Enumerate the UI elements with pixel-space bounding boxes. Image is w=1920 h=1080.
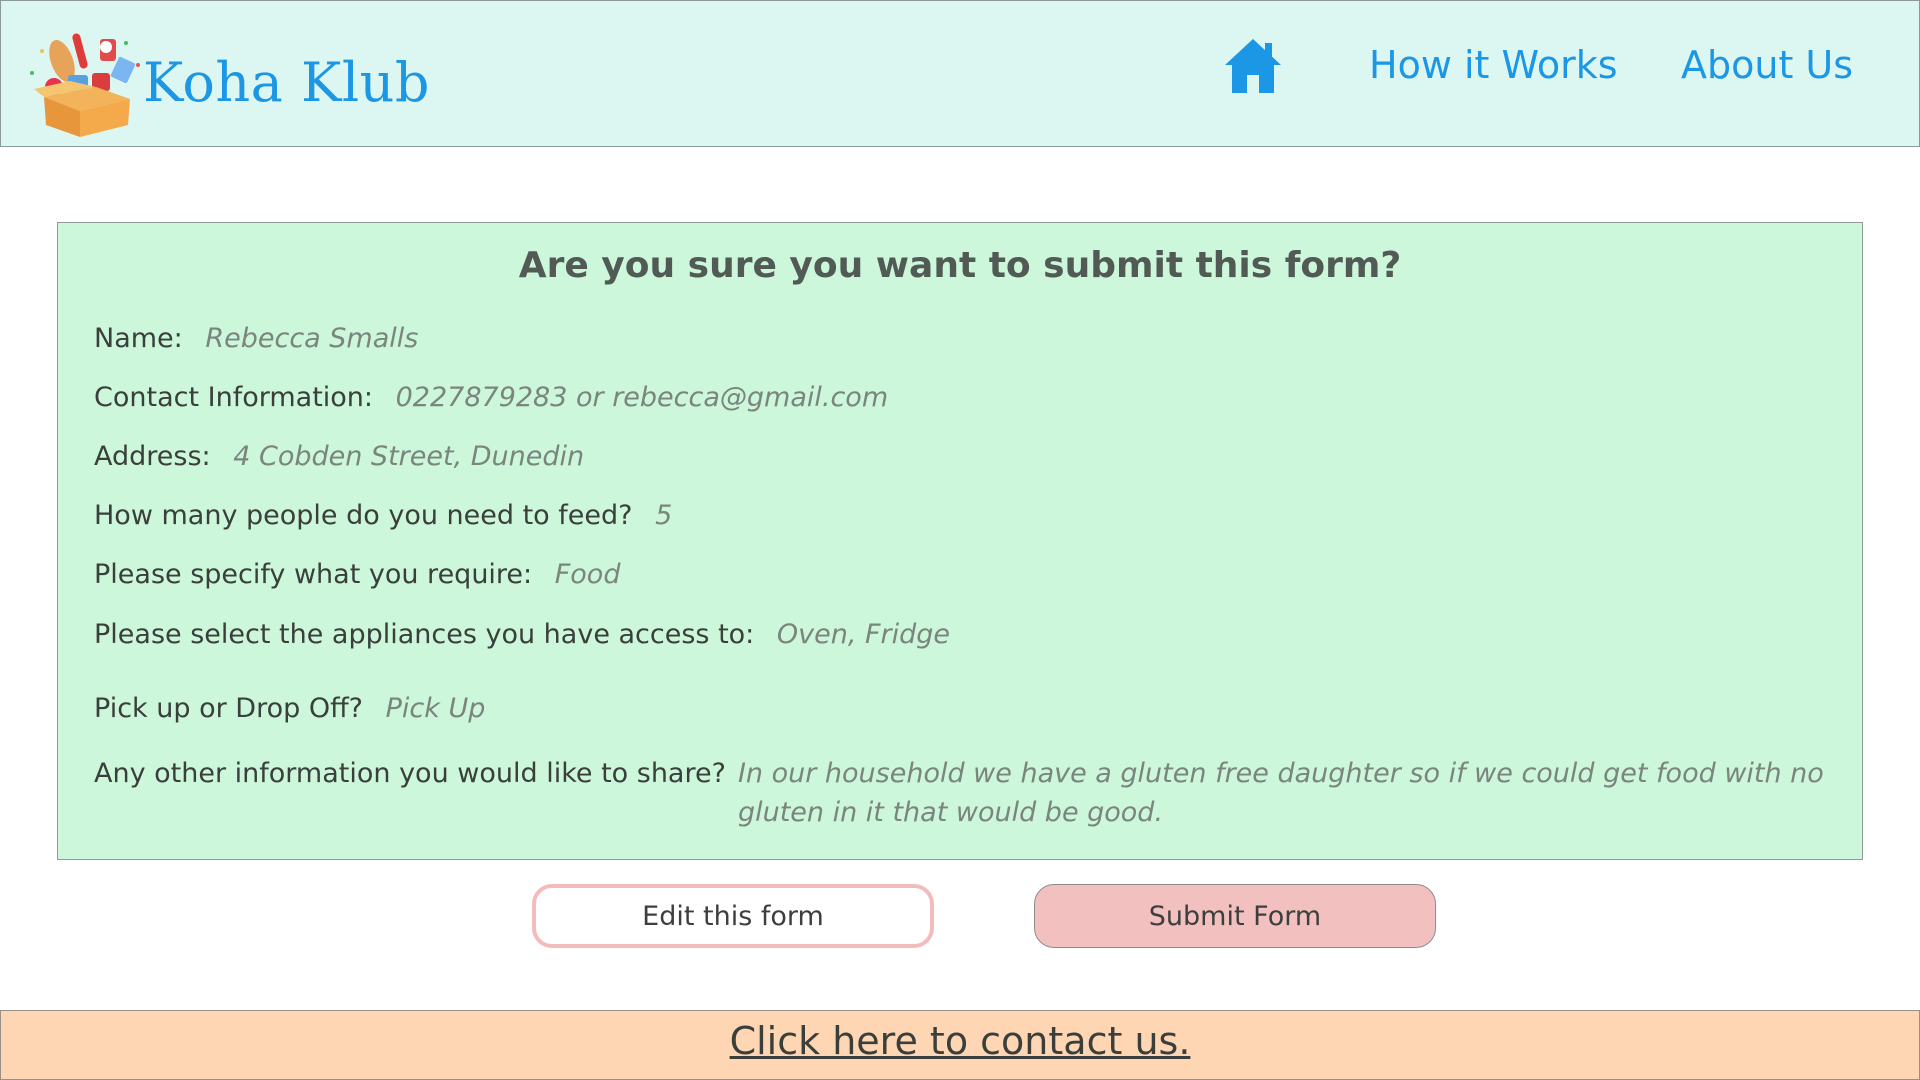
- appliances-value: Oven, Fridge: [776, 619, 951, 650]
- people-count-label: How many people do you need to feed?: [94, 500, 633, 531]
- submit-form-button[interactable]: Submit Form: [1034, 884, 1436, 948]
- address-label: Address:: [94, 441, 211, 472]
- food-box-logo-icon[interactable]: [26, 25, 146, 137]
- other-info-value: In our household we have a gluten free d…: [737, 758, 1824, 828]
- people-count-row: How many people do you need to feed? 5: [94, 500, 672, 531]
- nav-about-us-link[interactable]: About Us: [1681, 43, 1853, 87]
- appliances-row: Please select the appliances you have ac…: [94, 619, 950, 650]
- contact-row: Contact Information: 0227879283 or rebec…: [94, 382, 888, 413]
- appliances-label: Please select the appliances you have ac…: [94, 619, 755, 650]
- contact-value: 0227879283 or rebecca@gmail.com: [395, 382, 889, 413]
- address-value: 4 Cobden Street, Dunedin: [233, 441, 585, 472]
- confirmation-summary-card: Are you sure you want to submit this for…: [57, 222, 1863, 860]
- edit-form-button[interactable]: Edit this form: [532, 884, 934, 948]
- nav-how-it-works-link[interactable]: How it Works: [1369, 43, 1618, 87]
- address-row: Address: 4 Cobden Street, Dunedin: [94, 441, 584, 472]
- name-label: Name:: [94, 323, 183, 354]
- people-count-value: 5: [655, 500, 673, 531]
- other-info-label: Any other information you would like to …: [94, 758, 726, 789]
- confirmation-title: Are you sure you want to submit this for…: [518, 245, 1402, 286]
- pickup-dropoff-value: Pick Up: [385, 693, 486, 724]
- requirements-value: Food: [554, 559, 621, 590]
- name-row: Name: Rebecca Smalls: [94, 323, 418, 354]
- site-footer: Click here to contact us.: [0, 1010, 1920, 1080]
- home-icon[interactable]: [1223, 37, 1283, 95]
- site-header: Koha Klub How it Works About Us: [0, 0, 1920, 147]
- other-info-row: Any other information you would like to …: [94, 758, 1854, 832]
- contact-us-link[interactable]: Click here to contact us.: [730, 1019, 1191, 1063]
- pickup-dropoff-label: Pick up or Drop Off?: [94, 693, 364, 724]
- requirements-label: Please specify what you require:: [94, 559, 533, 590]
- requirements-row: Please specify what you require: Food: [94, 559, 620, 590]
- name-value: Rebecca Smalls: [205, 323, 419, 354]
- contact-label: Contact Information:: [94, 382, 374, 413]
- pickup-dropoff-row: Pick up or Drop Off? Pick Up: [94, 693, 485, 724]
- brand-name[interactable]: Koha Klub: [143, 51, 430, 114]
